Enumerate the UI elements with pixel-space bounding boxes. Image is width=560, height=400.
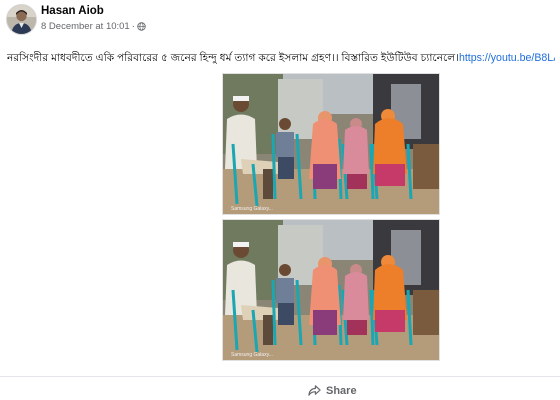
post-body: নরসিংদীর মাধবদীতে একি পরিবারের ৫ জনের হি… <box>7 52 459 64</box>
avatar-photo <box>7 5 36 34</box>
action-bar-divider <box>0 376 560 377</box>
post-timestamp[interactable]: 8 December at 10:01 <box>41 21 130 32</box>
photo-watermark: Samsung Galaxy... <box>231 206 273 212</box>
share-label: Share <box>326 384 357 397</box>
meta-separator: · <box>131 21 135 32</box>
photo-watermark: Samsung Galaxy... <box>231 352 273 358</box>
avatar[interactable] <box>6 4 37 35</box>
youtube-link[interactable]: https://youtu.be/B8LAVHF6bvM <box>459 52 555 64</box>
author-name[interactable]: Hasan Aiob <box>41 5 104 17</box>
share-icon <box>308 385 321 396</box>
post-photo-2[interactable]: Samsung Galaxy... <box>222 219 440 361</box>
post-text: নরসিংদীর মাধবদীতে একি পরিবারের ৫ জনের হি… <box>7 51 555 68</box>
post-photo-1[interactable]: Samsung Galaxy... <box>222 73 440 215</box>
globe-icon <box>137 22 146 31</box>
share-button[interactable]: Share <box>308 384 357 397</box>
post-meta: 8 December at 10:01 · <box>41 21 146 32</box>
